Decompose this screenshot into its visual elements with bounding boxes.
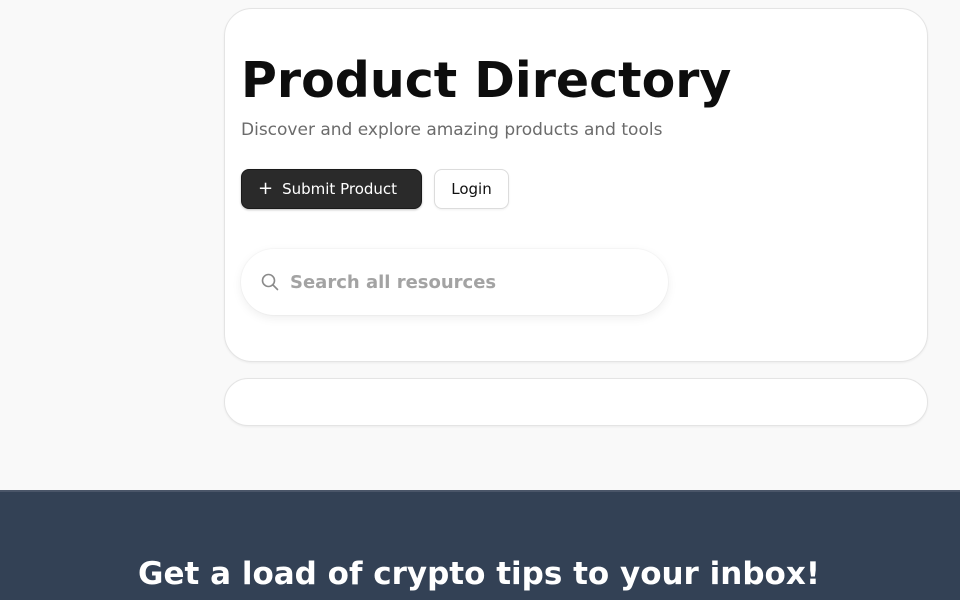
search-placeholder: Search all resources: [290, 271, 497, 293]
action-buttons: + Submit Product Login: [241, 169, 509, 209]
hero-card: Product Directory Discover and explore a…: [224, 8, 928, 362]
page-subtitle: Discover and explore amazing products an…: [241, 120, 663, 140]
newsletter-title-text: Get a load of crypto tips to your inbox!: [138, 556, 820, 592]
newsletter-section: Get a load of crypto tips to your inbox!: [0, 490, 960, 600]
search-input[interactable]: Search all resources: [241, 249, 668, 315]
filter-bar: [224, 378, 928, 426]
login-button[interactable]: Login: [434, 169, 509, 209]
page: Product Directory Discover and explore a…: [0, 0, 960, 600]
page-title: Product Directory: [241, 52, 732, 109]
newsletter-title: Get a load of crypto tips to your inbox!: [0, 554, 960, 594]
login-label: Login: [451, 180, 492, 198]
submit-product-button[interactable]: + Submit Product: [241, 169, 422, 209]
plus-icon: +: [258, 178, 274, 199]
search-icon: [261, 273, 279, 291]
submit-product-label: Submit Product: [282, 180, 398, 198]
